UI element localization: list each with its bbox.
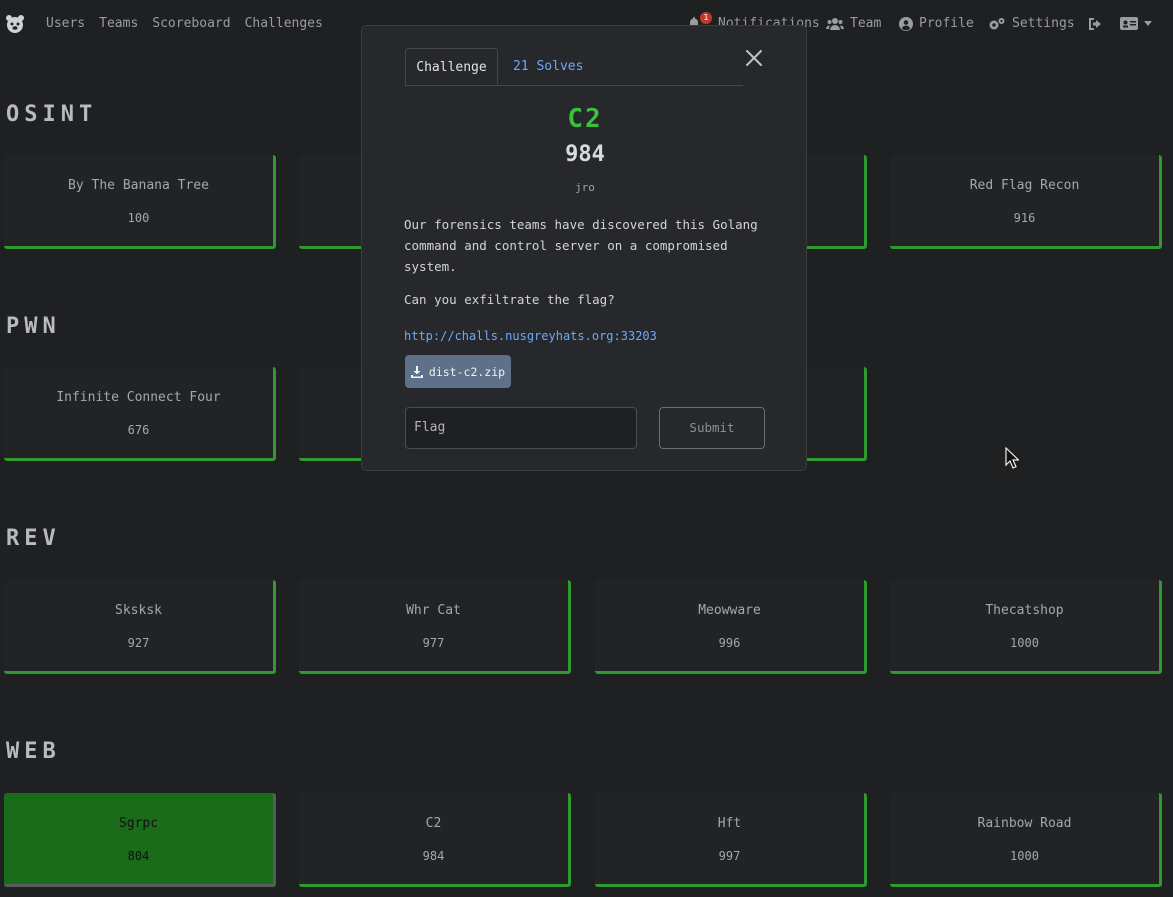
nav-users[interactable]: Users	[46, 16, 85, 31]
card-value: 1000	[1010, 636, 1039, 650]
card-name: Thecatshop	[985, 603, 1064, 618]
download-icon	[410, 365, 423, 378]
tab-solves[interactable]: 21 Solves	[513, 48, 583, 85]
tab-challenge[interactable]: Challenge	[405, 48, 498, 85]
flag-input[interactable]: Flag	[405, 407, 637, 449]
nav-scoreboard[interactable]: Scoreboard	[152, 16, 230, 31]
modal-tabs: Challenge 21 Solves	[405, 48, 743, 86]
category-web: WEB	[6, 739, 61, 764]
challenge-link[interactable]: http://challs.nusgreyhats.org:33203	[404, 329, 657, 343]
team-label: Team	[850, 16, 882, 31]
challenge-card[interactable]: Whr Cat 977	[299, 580, 571, 674]
challenge-author: jro	[575, 181, 595, 194]
challenge-card[interactable]: Red Flag Recon 916	[890, 155, 1162, 249]
challenge-card[interactable]: C2 984	[299, 793, 571, 887]
challenge-card[interactable]: Infinite Connect Four 676	[4, 367, 276, 461]
theme-dropdown[interactable]	[1120, 17, 1152, 30]
card-name: Red Flag Recon	[969, 178, 1080, 193]
challenge-card[interactable]: Meowware 996	[595, 580, 867, 674]
card-value: 676	[127, 423, 150, 437]
challenge-points: 984	[565, 142, 605, 167]
card-value: 804	[127, 849, 150, 863]
notification-count-badge: 1	[700, 12, 712, 24]
challenge-question: Can you exfiltrate the flag?	[404, 292, 615, 307]
card-name: Whr Cat	[406, 603, 461, 618]
settings-label: Settings	[1012, 16, 1075, 31]
user-circle-icon	[899, 16, 913, 31]
challenge-title: C2	[567, 104, 603, 134]
mouse-cursor-icon	[1005, 447, 1019, 469]
ctf-logo-icon[interactable]	[4, 13, 26, 35]
card-name: By The Banana Tree	[68, 178, 209, 193]
card-value: 997	[718, 849, 741, 863]
nav-links: Users Teams Scoreboard Challenges	[46, 16, 337, 31]
card-name: Hft	[717, 816, 742, 831]
challenge-card[interactable]: Thecatshop 1000	[890, 580, 1162, 674]
submit-button[interactable]: Submit	[659, 407, 765, 449]
nav-team[interactable]: Team	[826, 16, 881, 31]
close-icon[interactable]	[744, 48, 764, 68]
challenge-card[interactable]: Hft 997	[595, 793, 867, 887]
users-icon	[826, 18, 844, 30]
card-value: 916	[1013, 211, 1036, 225]
card-name: Sksksk	[115, 603, 162, 618]
nav-settings[interactable]: Settings	[988, 16, 1075, 31]
nav-teams[interactable]: Teams	[99, 16, 138, 31]
challenge-card[interactable]: By The Banana Tree 100	[4, 155, 276, 249]
card-value: 996	[718, 636, 741, 650]
card-value: 984	[422, 849, 445, 863]
card-value: 977	[422, 636, 445, 650]
logout-icon[interactable]	[1088, 17, 1103, 31]
challenge-card[interactable]: Sksksk 927	[4, 580, 276, 674]
card-name: C2	[425, 816, 442, 831]
cogs-icon	[989, 17, 1005, 29]
challenge-card[interactable]: Rainbow Road 1000	[890, 793, 1162, 887]
category-osint: OSINT	[6, 102, 98, 127]
download-file-button[interactable]: dist-c2.zip	[405, 355, 511, 388]
id-card-icon	[1120, 17, 1138, 30]
caret-down-icon	[1144, 21, 1152, 26]
card-name: Meowware	[698, 603, 761, 618]
challenge-modal: Challenge 21 Solves C2 984 jro Our foren…	[361, 25, 807, 471]
card-value: 1000	[1010, 849, 1039, 863]
nav-profile[interactable]: Profile	[899, 16, 974, 31]
card-name: Sgrpc	[118, 816, 159, 831]
nav-challenges[interactable]: Challenges	[245, 16, 323, 31]
card-name: Infinite Connect Four	[56, 390, 221, 405]
card-value: 927	[127, 636, 150, 650]
challenge-card-solved[interactable]: Sgrpc 804	[4, 793, 276, 887]
file-name: dist-c2.zip	[428, 364, 506, 379]
card-value: 100	[127, 211, 150, 225]
category-pwn: PWN	[6, 314, 61, 339]
card-name: Rainbow Road	[977, 816, 1072, 831]
category-rev: REV	[6, 526, 61, 551]
profile-label: Profile	[919, 16, 974, 31]
challenge-description: Our forensics teams have discovered this…	[404, 217, 758, 274]
